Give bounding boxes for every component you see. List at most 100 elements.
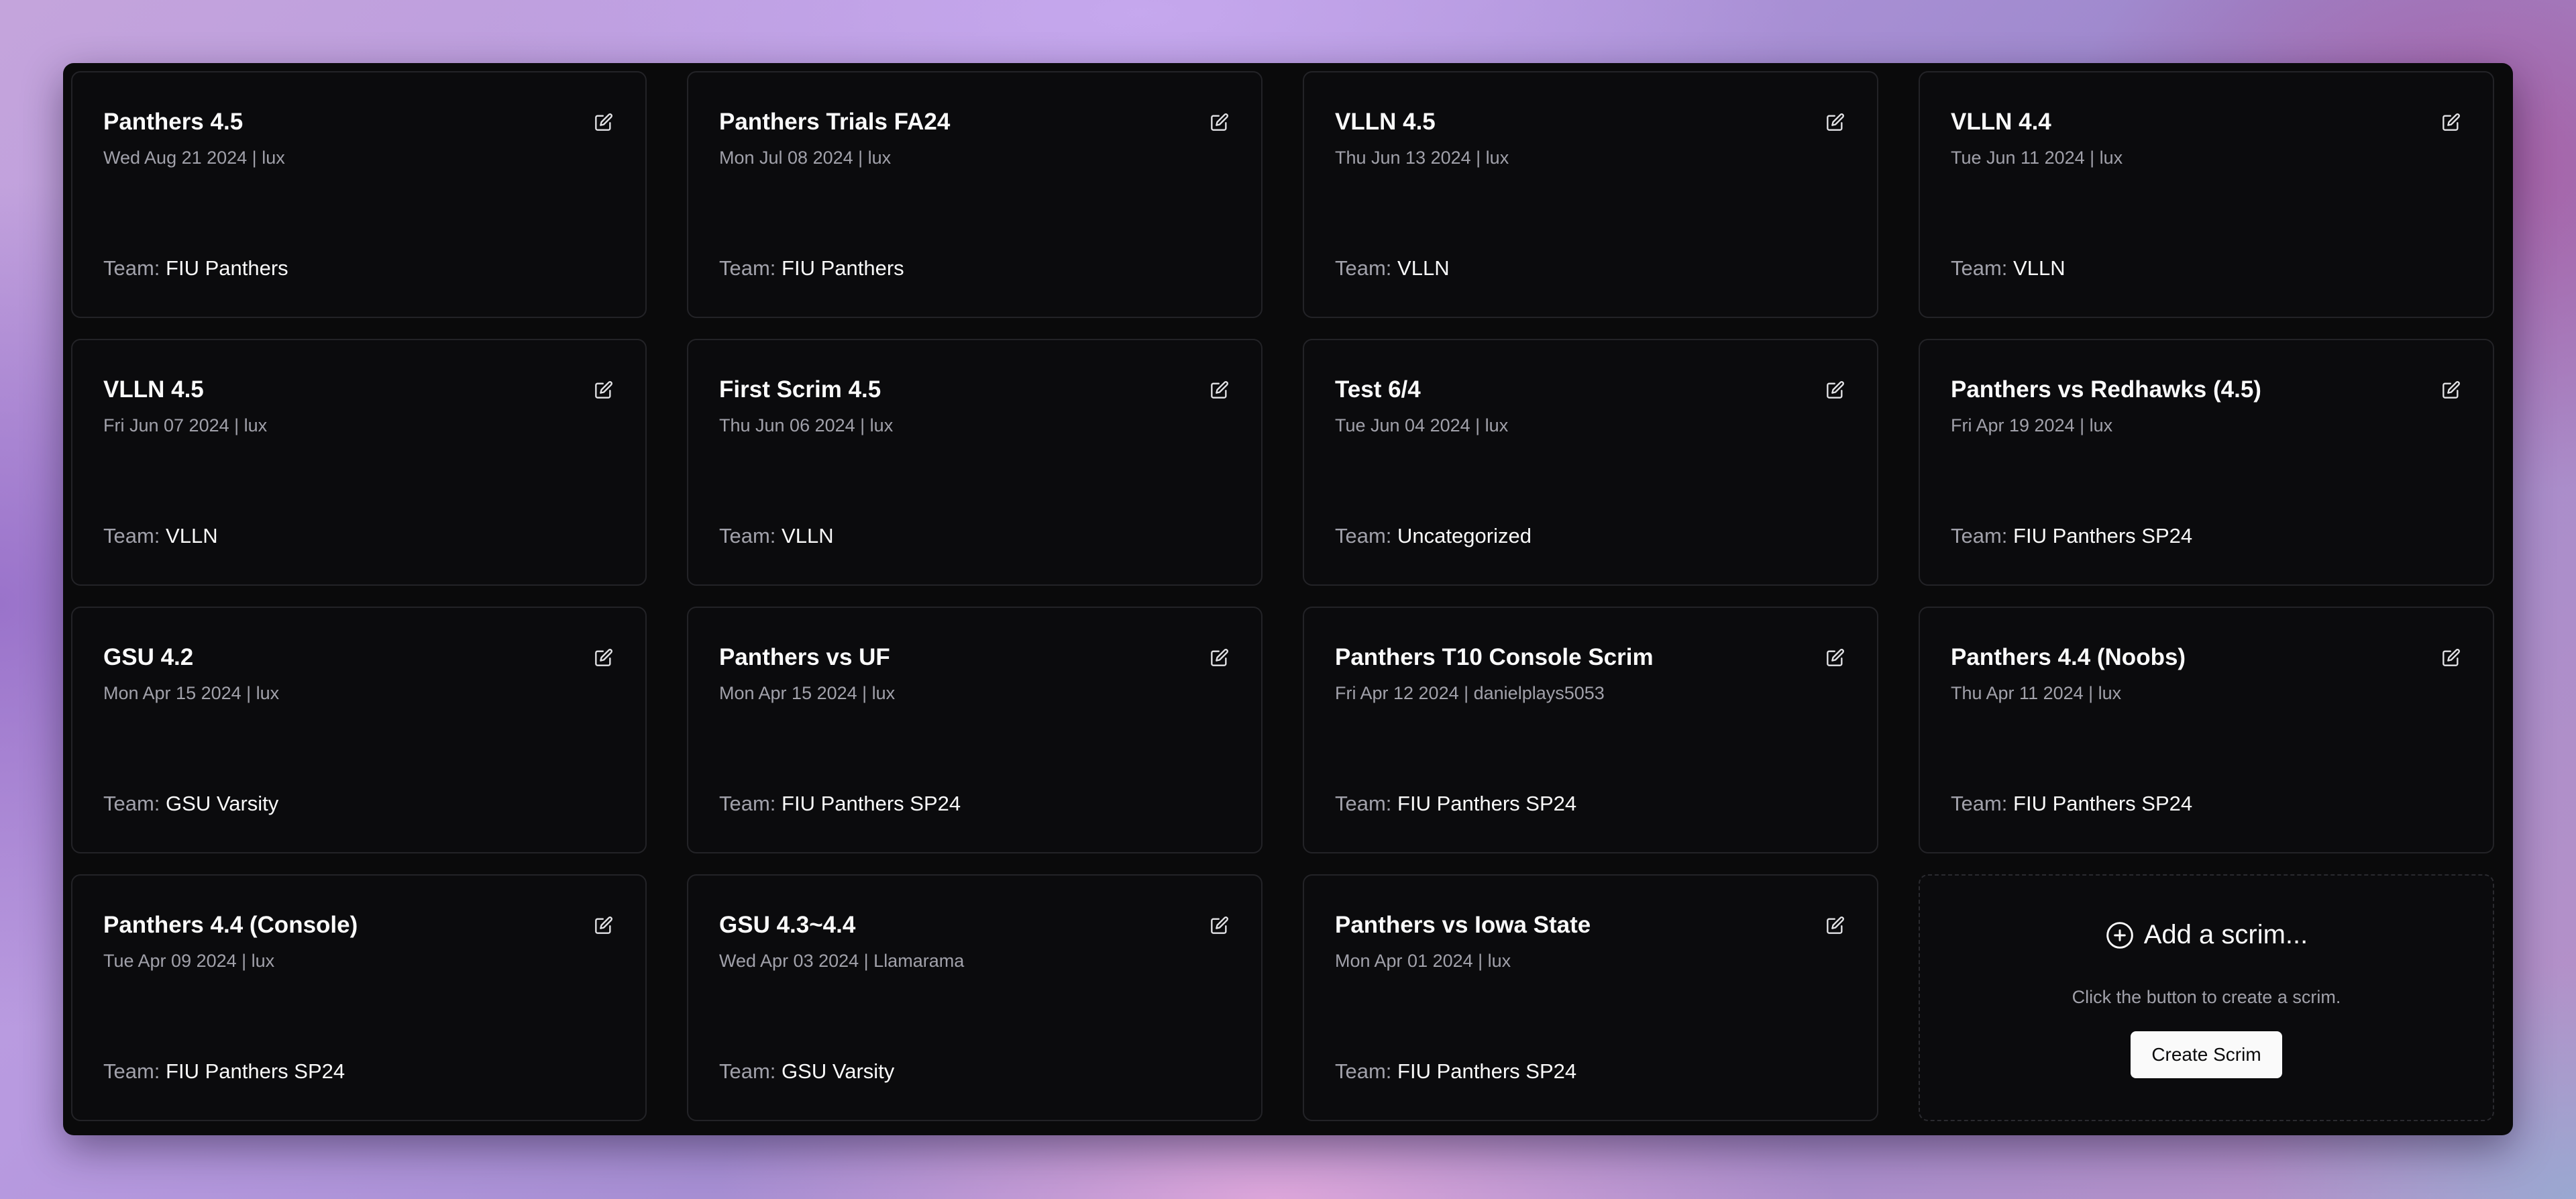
edit-icon <box>1827 381 1844 399</box>
edit-icon <box>595 649 612 666</box>
scrim-title: Panthers vs Iowa State <box>1335 912 1591 938</box>
edit-scrim-button[interactable] <box>1208 913 1232 937</box>
scrim-card[interactable]: Panthers vs Redhawks (4.5) Fri Apr 19 20… <box>1919 339 2494 586</box>
edit-scrim-button[interactable] <box>2439 110 2463 134</box>
edit-scrim-button[interactable] <box>592 913 616 937</box>
edit-icon <box>1211 381 1228 399</box>
edit-icon <box>595 381 612 399</box>
scrim-team: Team: FIU Panthers SP24 <box>1335 1059 1576 1084</box>
edit-scrim-button[interactable] <box>1208 378 1232 402</box>
scrim-card[interactable]: Test 6/4 Tue Jun 04 2024 | lux Team: Unc… <box>1303 339 1878 586</box>
scrim-card[interactable]: Panthers vs UF Mon Apr 15 2024 | lux Tea… <box>687 607 1263 853</box>
create-scrim-button[interactable]: Create Scrim <box>2131 1031 2282 1078</box>
edit-scrim-button[interactable] <box>1208 110 1232 134</box>
scrim-meta: Mon Jul 08 2024 | lux <box>719 148 892 168</box>
scrim-card[interactable]: GSU 4.3~4.4 Wed Apr 03 2024 | Llamarama … <box>687 874 1263 1121</box>
scrim-card[interactable]: Panthers 4.4 (Noobs) Thu Apr 11 2024 | l… <box>1919 607 2494 853</box>
scrim-team: Team: VLLN <box>1951 256 2065 280</box>
scrim-title: Panthers 4.4 (Console) <box>103 912 358 938</box>
scrim-card[interactable]: First Scrim 4.5 Thu Jun 06 2024 | lux Te… <box>687 339 1263 586</box>
scrim-card[interactable]: Panthers Trials FA24 Mon Jul 08 2024 | l… <box>687 71 1263 318</box>
team-label: Team: <box>719 792 776 815</box>
scrim-card[interactable]: Panthers 4.4 (Console) Tue Apr 09 2024 |… <box>71 874 647 1121</box>
scrim-card[interactable]: Panthers 4.5 Wed Aug 21 2024 | lux Team:… <box>71 71 647 318</box>
scrim-card[interactable]: VLLN 4.5 Thu Jun 13 2024 | lux Team: VLL… <box>1303 71 1878 318</box>
scrim-title: GSU 4.3~4.4 <box>719 912 856 938</box>
team-label: Team: <box>1335 1059 1392 1083</box>
scrim-team: Team: FIU Panthers <box>103 256 288 280</box>
team-label: Team: <box>1335 524 1392 548</box>
scrim-team: Team: VLLN <box>719 524 834 548</box>
scrim-title: GSU 4.2 <box>103 644 194 670</box>
team-name: FIU Panthers SP24 <box>1397 792 1577 815</box>
scrim-meta: Mon Apr 01 2024 | lux <box>1335 951 1511 971</box>
scrim-card[interactable]: Panthers vs Iowa State Mon Apr 01 2024 |… <box>1303 874 1878 1121</box>
edit-icon <box>1211 113 1228 131</box>
scrim-team: Team: GSU Varsity <box>719 1059 894 1084</box>
edit-scrim-button[interactable] <box>1823 378 1847 402</box>
scrim-title: Panthers Trials FA24 <box>719 109 951 135</box>
scrim-title: VLLN 4.5 <box>103 376 204 403</box>
scrim-team: Team: VLLN <box>103 524 218 548</box>
scrim-meta: Thu Apr 11 2024 | lux <box>1951 683 2122 703</box>
scrim-team: Team: FIU Panthers SP24 <box>1951 792 2192 816</box>
scrim-title: First Scrim 4.5 <box>719 376 881 403</box>
team-name: FIU Panthers SP24 <box>2013 792 2193 815</box>
team-label: Team: <box>719 524 776 548</box>
team-label: Team: <box>1335 792 1392 815</box>
scrim-meta: Tue Jun 11 2024 | lux <box>1951 148 2123 168</box>
scrim-meta: Thu Jun 06 2024 | lux <box>719 415 894 435</box>
scrim-card[interactable]: Panthers T10 Console Scrim Fri Apr 12 20… <box>1303 607 1878 853</box>
edit-scrim-button[interactable] <box>1823 645 1847 670</box>
scrim-title: Panthers T10 Console Scrim <box>1335 644 1654 670</box>
scrim-title: VLLN 4.5 <box>1335 109 1436 135</box>
team-label: Team: <box>103 792 160 815</box>
scrim-card[interactable]: VLLN 4.4 Tue Jun 11 2024 | lux Team: VLL… <box>1919 71 2494 318</box>
edit-scrim-button[interactable] <box>2439 645 2463 670</box>
scrim-team: Team: GSU Varsity <box>103 792 278 816</box>
scrim-team: Team: FIU Panthers SP24 <box>103 1059 345 1084</box>
scrim-meta: Fri Apr 12 2024 | danielplays5053 <box>1335 683 1605 703</box>
scrim-meta: Tue Jun 04 2024 | lux <box>1335 415 1509 435</box>
scrim-team: Team: FIU Panthers SP24 <box>719 792 961 816</box>
scrim-card[interactable]: GSU 4.2 Mon Apr 15 2024 | lux Team: GSU … <box>71 607 647 853</box>
scrim-team: Team: FIU Panthers <box>719 256 904 280</box>
team-name: GSU Varsity <box>166 792 279 815</box>
team-name: Uncategorized <box>1397 524 1532 548</box>
edit-icon <box>1827 649 1844 666</box>
team-name: FIU Panthers SP24 <box>166 1059 345 1083</box>
team-name: FIU Panthers <box>782 256 904 280</box>
edit-scrim-button[interactable] <box>2439 378 2463 402</box>
team-label: Team: <box>1951 256 2008 280</box>
edit-icon <box>1211 917 1228 934</box>
team-label: Team: <box>1951 524 2008 548</box>
edit-scrim-button[interactable] <box>1208 645 1232 670</box>
team-label: Team: <box>103 256 160 280</box>
scrim-meta: Tue Apr 09 2024 | lux <box>103 951 275 971</box>
edit-icon <box>1827 113 1844 131</box>
scrim-title: Panthers 4.4 (Noobs) <box>1951 644 2186 670</box>
add-scrim-title: Add a scrim... <box>2143 920 2308 949</box>
edit-scrim-button[interactable] <box>1823 110 1847 134</box>
team-name: FIU Panthers <box>166 256 288 280</box>
edit-icon <box>2443 113 2460 131</box>
scrim-card[interactable]: VLLN 4.5 Fri Jun 07 2024 | lux Team: VLL… <box>71 339 647 586</box>
add-scrim-card: Add a scrim... Click the button to creat… <box>1919 874 2494 1121</box>
scrim-title: Panthers vs UF <box>719 644 890 670</box>
scrim-team: Team: FIU Panthers SP24 <box>1951 524 2192 548</box>
team-name: VLLN <box>166 524 218 548</box>
scrim-meta: Mon Apr 15 2024 | lux <box>103 683 280 703</box>
scrim-meta: Wed Apr 03 2024 | Llamarama <box>719 951 965 971</box>
edit-scrim-button[interactable] <box>592 645 616 670</box>
scrim-title: VLLN 4.4 <box>1951 109 2051 135</box>
team-name: FIU Panthers SP24 <box>1397 1059 1577 1083</box>
edit-scrim-button[interactable] <box>1823 913 1847 937</box>
scrim-meta: Mon Apr 15 2024 | lux <box>719 683 896 703</box>
edit-icon <box>1827 917 1844 934</box>
edit-scrim-button[interactable] <box>592 110 616 134</box>
edit-scrim-button[interactable] <box>592 378 616 402</box>
edit-icon <box>595 113 612 131</box>
team-label: Team: <box>103 524 160 548</box>
team-name: GSU Varsity <box>782 1059 895 1083</box>
team-name: VLLN <box>782 524 834 548</box>
